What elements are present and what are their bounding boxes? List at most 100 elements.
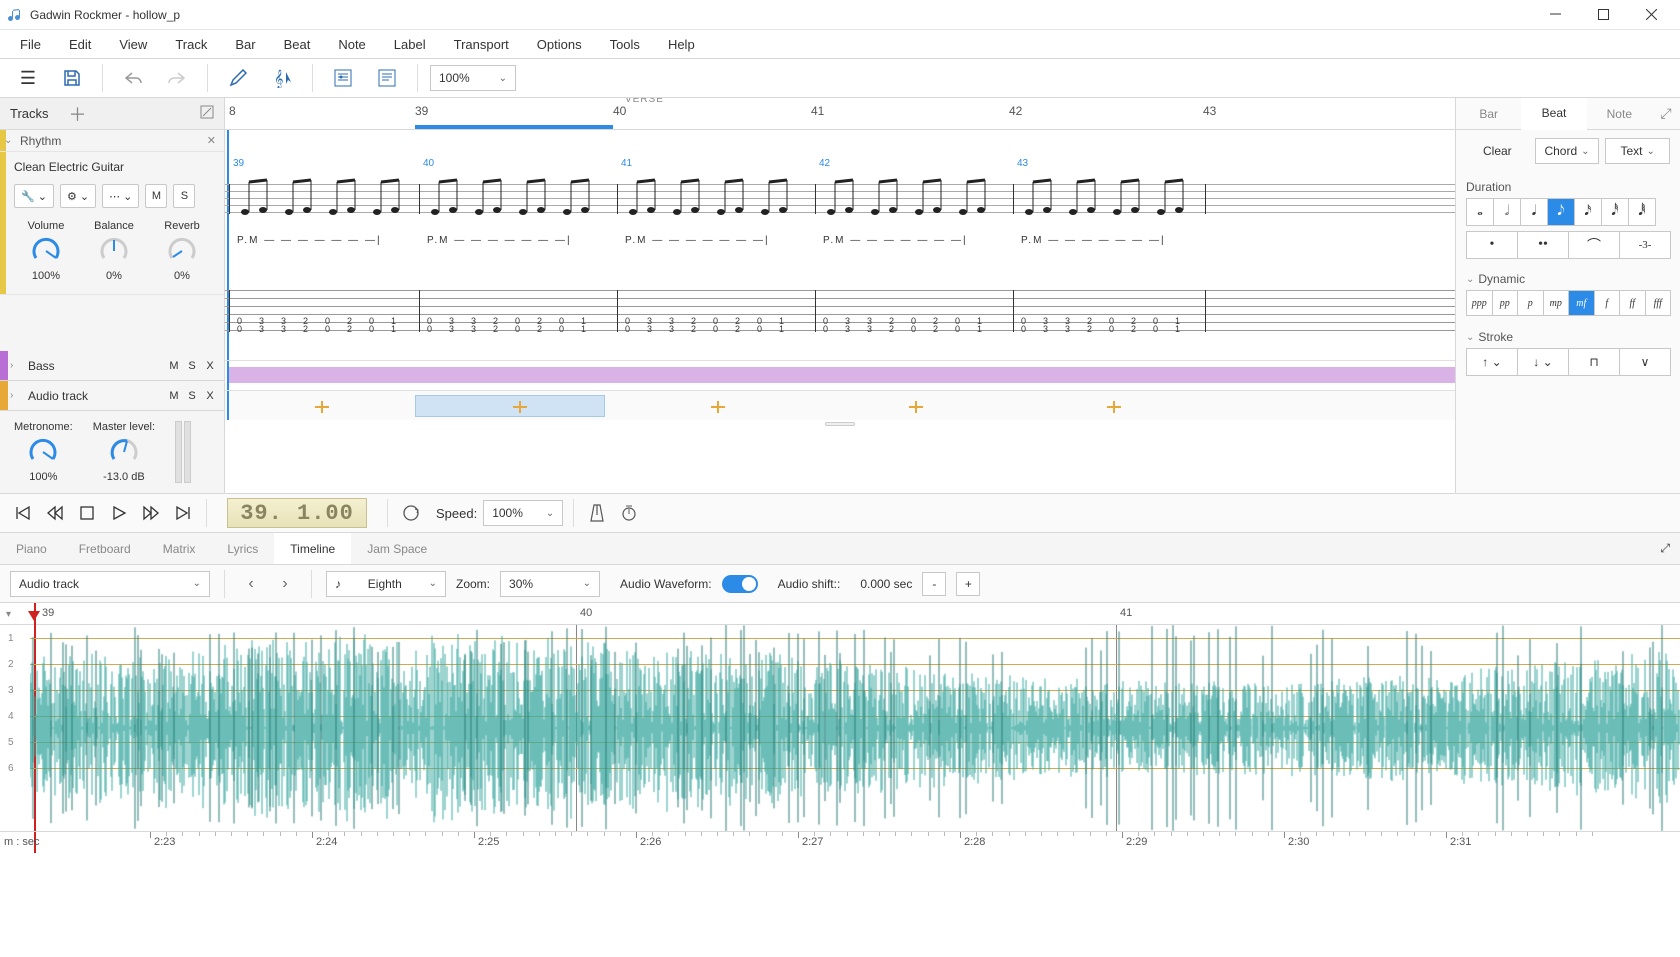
close-button[interactable] bbox=[1636, 5, 1666, 25]
tracks-options-icon[interactable] bbox=[200, 105, 214, 122]
solo-button[interactable]: S bbox=[186, 360, 198, 372]
duration-64th[interactable]: 𝅘𝅥𝅱 bbox=[1628, 198, 1656, 226]
countdown-icon[interactable] bbox=[616, 500, 642, 526]
bass-track-strip[interactable] bbox=[225, 360, 1455, 390]
mod-triplet[interactable]: -3- bbox=[1619, 231, 1671, 259]
remove-button[interactable]: X bbox=[204, 390, 216, 402]
clef-cursor-icon[interactable]: 𝄞 bbox=[264, 63, 300, 93]
zoom-select[interactable]: 100% ⌄ bbox=[430, 65, 516, 91]
tab-note[interactable]: Note bbox=[1587, 98, 1652, 129]
tab-beat[interactable]: Beat bbox=[1521, 98, 1586, 130]
stroke-pick-up[interactable]: ∨ bbox=[1619, 348, 1671, 376]
add-track-button[interactable]: ＋ bbox=[69, 101, 87, 127]
speed-select[interactable]: 100%⌄ bbox=[483, 500, 563, 526]
shift-minus-button[interactable]: - bbox=[922, 572, 946, 596]
menu-tools[interactable]: Tools bbox=[598, 33, 652, 56]
minimize-button[interactable] bbox=[1540, 5, 1570, 25]
resize-handle[interactable] bbox=[225, 420, 1455, 428]
dyn-pp[interactable]: pp bbox=[1492, 290, 1519, 316]
hamburger-icon[interactable]: ☰ bbox=[10, 63, 46, 93]
dyn-f[interactable]: f bbox=[1594, 290, 1621, 316]
dynamic-section-header[interactable]: ⌄Dynamic bbox=[1456, 264, 1680, 290]
expand-icon[interactable]: ⤢ bbox=[1650, 541, 1680, 556]
menu-file[interactable]: File bbox=[8, 33, 53, 56]
timeline-zoom-select[interactable]: 30%⌄ bbox=[500, 571, 600, 597]
prev-button[interactable]: ‹ bbox=[239, 572, 263, 596]
go-to-start-button[interactable] bbox=[10, 500, 36, 526]
menu-note[interactable]: Note bbox=[326, 33, 377, 56]
mute-button[interactable]: M bbox=[168, 360, 180, 372]
reverb-knob[interactable] bbox=[167, 236, 197, 266]
play-button[interactable] bbox=[106, 500, 132, 526]
close-icon[interactable]: ✕ bbox=[207, 134, 216, 147]
shift-plus-button[interactable]: + bbox=[956, 572, 980, 596]
chord-button[interactable]: Chord⌄ bbox=[1535, 138, 1600, 164]
metronome-knob[interactable] bbox=[28, 437, 58, 467]
waveform-toggle[interactable] bbox=[722, 575, 758, 593]
solo-button[interactable]: S bbox=[186, 390, 198, 402]
track-row-audio[interactable]: › Audio track MSX bbox=[0, 381, 224, 411]
dyn-mp[interactable]: mp bbox=[1543, 290, 1570, 316]
remove-button[interactable]: X bbox=[204, 360, 216, 372]
duration-quarter[interactable]: 𝅘𝅥 bbox=[1520, 198, 1548, 226]
volume-knob[interactable] bbox=[31, 236, 61, 266]
rewind-button[interactable] bbox=[42, 500, 68, 526]
stroke-section-header[interactable]: ⌄Stroke bbox=[1456, 322, 1680, 348]
menu-edit[interactable]: Edit bbox=[57, 33, 103, 56]
timeline-bar-ruler[interactable]: ▾ 39 40 41 bbox=[0, 603, 1680, 625]
clear-button[interactable]: Clear bbox=[1466, 138, 1529, 164]
text-icon[interactable] bbox=[369, 63, 405, 93]
tab-piano[interactable]: Piano bbox=[0, 533, 63, 564]
tab-bar[interactable]: Bar bbox=[1456, 98, 1521, 129]
duration-sixteenth[interactable]: 𝅘𝅥𝅯 bbox=[1574, 198, 1602, 226]
menu-view[interactable]: View bbox=[107, 33, 159, 56]
stop-button[interactable] bbox=[74, 500, 100, 526]
duration-eighth[interactable]: 𝅘𝅥𝅮 bbox=[1547, 198, 1575, 226]
mod-dot[interactable]: • bbox=[1466, 231, 1518, 259]
tab-matrix[interactable]: Matrix bbox=[147, 533, 212, 564]
duration-half[interactable]: 𝅗𝅥 bbox=[1493, 198, 1521, 226]
menu-bar[interactable]: Bar bbox=[223, 33, 267, 56]
track-tool-1[interactable]: 🔧 ⌄ bbox=[14, 184, 54, 208]
menu-help[interactable]: Help bbox=[656, 33, 707, 56]
mute-button[interactable]: M bbox=[168, 390, 180, 402]
metronome-icon[interactable] bbox=[584, 500, 610, 526]
tab-timeline[interactable]: Timeline bbox=[274, 533, 351, 564]
go-to-end-button[interactable] bbox=[170, 500, 196, 526]
track-row-bass[interactable]: › Bass MSX bbox=[0, 351, 224, 381]
menu-options[interactable]: Options bbox=[525, 33, 594, 56]
score-icon[interactable] bbox=[325, 63, 361, 93]
mod-tie[interactable]: ⌒ bbox=[1568, 231, 1620, 259]
duration-32nd[interactable]: 𝅘𝅥𝅰 bbox=[1601, 198, 1629, 226]
stroke-pick-down[interactable]: ⊓ bbox=[1568, 348, 1620, 376]
dyn-ppp[interactable]: ppp bbox=[1466, 290, 1493, 316]
balance-knob[interactable] bbox=[99, 236, 129, 266]
track-row-rhythm[interactable]: ⌄ Rhythm ✕ bbox=[0, 130, 224, 152]
audio-track-strip[interactable] bbox=[225, 390, 1455, 420]
time-ruler[interactable]: m : sec 2:232:242:252:262:272:282:292:30… bbox=[0, 831, 1680, 853]
dyn-mf[interactable]: mf bbox=[1568, 290, 1595, 316]
tab-jam-space[interactable]: Jam Space bbox=[351, 533, 443, 564]
menu-transport[interactable]: Transport bbox=[442, 33, 521, 56]
master-level-knob[interactable] bbox=[109, 437, 139, 467]
note-value-select[interactable]: ♪Eighth⌄ bbox=[326, 571, 446, 597]
stroke-down[interactable]: ↓ ⌄ bbox=[1517, 348, 1569, 376]
undo-icon[interactable] bbox=[115, 63, 151, 93]
expand-icon[interactable]: ⤢ bbox=[1652, 98, 1680, 129]
dyn-ff[interactable]: ff bbox=[1619, 290, 1646, 316]
text-button[interactable]: Text⌄ bbox=[1605, 138, 1670, 164]
menu-track[interactable]: Track bbox=[163, 33, 219, 56]
redo-icon[interactable] bbox=[159, 63, 195, 93]
menu-label[interactable]: Label bbox=[382, 33, 438, 56]
forward-button[interactable] bbox=[138, 500, 164, 526]
maximize-button[interactable] bbox=[1588, 5, 1618, 25]
track-tool-3[interactable]: ⋯ ⌄ bbox=[102, 184, 139, 208]
track-tool-2[interactable]: ⚙ ⌄ bbox=[60, 184, 96, 208]
dyn-fff[interactable]: fff bbox=[1645, 290, 1672, 316]
edit-icon[interactable] bbox=[220, 63, 256, 93]
mute-button[interactable]: M bbox=[145, 184, 167, 208]
mod-double-dot[interactable]: •• bbox=[1517, 231, 1569, 259]
tab-lyrics[interactable]: Lyrics bbox=[211, 533, 274, 564]
notation-view[interactable]: placeholder 39 bbox=[225, 130, 1455, 360]
timeline-track-select[interactable]: Audio track⌄ bbox=[10, 571, 210, 597]
